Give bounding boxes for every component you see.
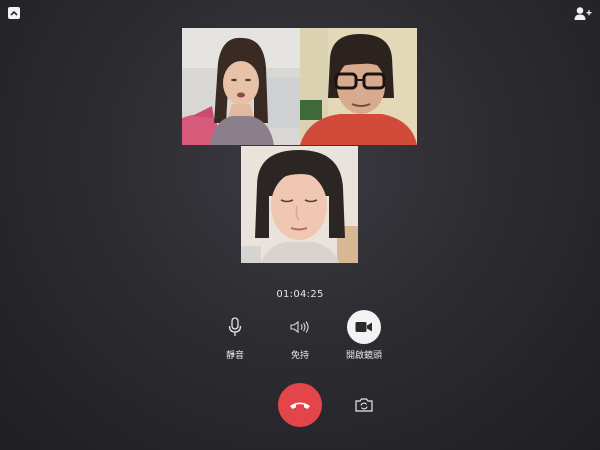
call-duration: 01:04:25 <box>276 289 324 300</box>
camera-button-circle[interactable] <box>347 310 381 344</box>
microphone-icon <box>228 317 242 336</box>
speaker-button[interactable]: 免持 <box>265 312 335 361</box>
chevron-up-icon <box>10 10 18 16</box>
add-user-button[interactable] <box>574 6 592 22</box>
participant-3-image <box>241 146 358 263</box>
participant-2-image <box>300 28 417 145</box>
speaker-icon <box>290 320 309 334</box>
participant-video-3[interactable] <box>241 146 358 263</box>
video-camera-icon <box>355 322 372 332</box>
end-call-button[interactable] <box>278 383 322 427</box>
video-call-screen: 01:04:25 靜音 免持 開啟鏡頭 <box>0 0 600 450</box>
participant-1-image <box>182 28 300 145</box>
hang-up-icon <box>290 402 310 409</box>
mute-label: 靜音 <box>225 351 244 361</box>
participant-video-1[interactable] <box>182 28 300 145</box>
camera-label: 開啟鏡頭 <box>345 351 382 361</box>
camera-switch-icon <box>355 398 373 412</box>
speaker-label: 免持 <box>290 351 309 361</box>
mute-button[interactable]: 靜音 <box>200 312 270 361</box>
participant-video-2[interactable] <box>300 28 417 145</box>
add-user-icon <box>574 7 592 20</box>
switch-camera-button[interactable] <box>355 397 373 413</box>
camera-button[interactable]: 開啟鏡頭 <box>329 310 399 361</box>
collapse-button[interactable] <box>8 7 20 19</box>
